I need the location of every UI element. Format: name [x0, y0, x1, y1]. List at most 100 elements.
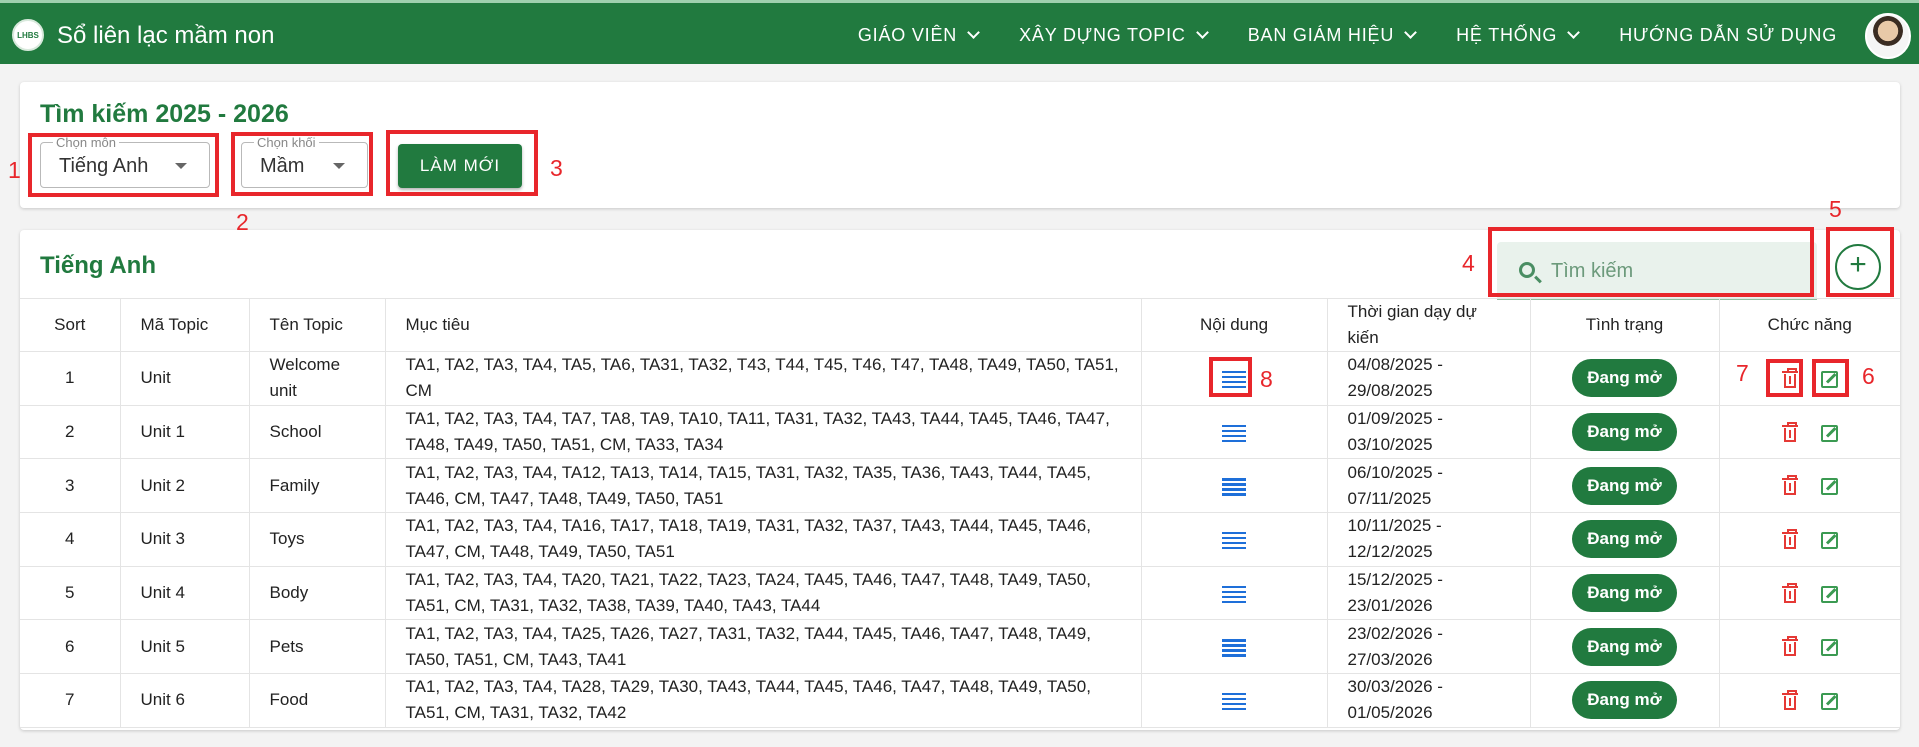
nav-huong-dan[interactable]: HƯỚNG DẪN SỬ DỤNG — [1619, 25, 1837, 46]
top-app-bar: LHBS Sổ liên lạc mầm non GIÁO VIÊN XÂY D… — [0, 0, 1919, 64]
edit-icon[interactable] — [1820, 476, 1840, 496]
cell-thoi-gian: 04/08/2025 - 29/08/2025 — [1326, 351, 1530, 406]
cell-chuc-nang — [1718, 512, 1900, 567]
chevron-down-icon — [1195, 26, 1209, 39]
cell-ten-topic: Pets — [248, 619, 385, 675]
annotation-box-5 — [1826, 227, 1894, 297]
nav-he-thong[interactable]: HỆ THỐNG — [1456, 25, 1581, 46]
header-sort[interactable]: Sort — [20, 298, 120, 352]
delete-icon[interactable] — [1780, 528, 1800, 550]
nav-giao-vien[interactable]: GIÁO VIÊN — [857, 24, 980, 46]
cell-ma-topic: Unit 3 — [119, 512, 249, 567]
cell-chuc-nang — [1718, 458, 1900, 514]
status-badge[interactable]: Đang mở — [1572, 574, 1677, 613]
table-row: 1 Unit Welcome unit TA1, TA2, TA3, TA4, TA5… — [20, 351, 1900, 406]
nav-label: GIÁO VIÊN — [857, 24, 958, 45]
header-thoi-gian[interactable]: Thời gian dạy dự kiến — [1326, 298, 1530, 352]
annotation-number-5: 5 — [1829, 196, 1842, 222]
annotation-number-8: 8 — [1260, 366, 1273, 392]
status-badge[interactable]: Đang mở — [1572, 681, 1677, 720]
header-noi-dung[interactable]: Nội dung — [1140, 298, 1327, 352]
cell-sort: 4 — [20, 512, 120, 567]
cell-ten-topic: Food — [248, 673, 385, 728]
view-content-icon[interactable] — [1222, 531, 1246, 550]
cell-ma-topic: Unit 1 — [119, 405, 249, 460]
cell-ten-topic: Family — [248, 458, 385, 514]
table-row: 5 Unit 4 Body TA1, TA2, TA3, TA4, TA20, TA2… — [20, 566, 1900, 621]
status-badge[interactable]: Đang mở — [1572, 520, 1677, 559]
cell-muc-tieu: TA1, TA2, TA3, TA4, TA20, TA21, TA22, TA… — [384, 566, 1141, 621]
cell-noi-dung — [1140, 673, 1327, 728]
view-content-icon[interactable] — [1222, 692, 1246, 711]
header-chuc-nang: Chức năng — [1718, 298, 1900, 352]
header-muc-tieu[interactable]: Mục tiêu — [384, 298, 1141, 352]
delete-icon[interactable] — [1780, 582, 1800, 604]
cell-noi-dung — [1140, 566, 1327, 621]
cell-sort: 1 — [20, 351, 120, 406]
cell-noi-dung — [1140, 458, 1327, 514]
view-content-icon[interactable] — [1222, 477, 1246, 496]
cell-ten-topic: Body — [248, 566, 385, 621]
search-panel-title: Tìm kiếm 2025 - 2026 — [40, 100, 289, 128]
nav-ban-giam-hieu[interactable]: BAN GIÁM HIỆU — [1247, 24, 1417, 46]
annotation-number-6: 6 — [1862, 363, 1875, 389]
cell-tinh-trang: Đang mở — [1529, 351, 1719, 406]
header-ma-topic[interactable]: Mã Topic — [119, 298, 249, 352]
view-content-icon[interactable] — [1222, 424, 1246, 443]
cell-thoi-gian: 23/02/2026 - 27/03/2026 — [1326, 619, 1530, 675]
header-tinh-trang[interactable]: Tình trạng — [1529, 298, 1719, 352]
cell-muc-tieu: TA1, TA2, TA3, TA4, TA5, TA6, TA31, TA32… — [384, 351, 1141, 406]
annotation-box-1 — [28, 133, 219, 197]
delete-icon[interactable] — [1780, 475, 1800, 496]
topic-list-panel: Tiếng Anh + Sort Mã Topic Tên Topic Mục … — [20, 230, 1900, 730]
view-content-icon[interactable] — [1222, 638, 1246, 657]
edit-icon[interactable] — [1820, 691, 1840, 711]
status-badge[interactable]: Đang mở — [1572, 413, 1677, 452]
annotation-box-8 — [1209, 357, 1252, 397]
cell-ma-topic: Unit 6 — [119, 673, 249, 728]
school-logo[interactable]: LHBS — [12, 19, 44, 51]
nav-label: BAN GIÁM HIỆU — [1247, 24, 1395, 45]
table-row: 7 Unit 6 Food TA1, TA2, TA3, TA4, TA28, TA2… — [20, 673, 1900, 728]
cell-noi-dung — [1140, 512, 1327, 567]
cell-ten-topic: Welcome unit — [248, 351, 385, 406]
edit-icon[interactable] — [1820, 530, 1840, 550]
annotation-number-7: 7 — [1736, 360, 1749, 386]
delete-icon[interactable] — [1780, 689, 1800, 711]
edit-icon[interactable] — [1820, 423, 1840, 443]
delete-icon[interactable] — [1780, 636, 1800, 657]
edit-icon[interactable] — [1820, 584, 1840, 604]
cell-chuc-nang — [1718, 566, 1900, 621]
nav-xay-dung-topic[interactable]: XÂY DỰNG TOPIC — [1019, 25, 1209, 46]
view-content-icon[interactable] — [1222, 585, 1246, 604]
annotation-number-3: 3 — [550, 155, 563, 181]
cell-ma-topic: Unit 5 — [119, 619, 249, 675]
header-ten-topic[interactable]: Tên Topic — [248, 298, 385, 352]
table-row: 6 Unit 5 Pets TA1, TA2, TA3, TA4, TA25, TA2… — [20, 619, 1900, 675]
cell-tinh-trang: Đang mở — [1529, 619, 1719, 675]
cell-noi-dung — [1140, 619, 1327, 675]
cell-muc-tieu: TA1, TA2, TA3, TA4, TA16, TA17, TA18, TA… — [384, 512, 1141, 567]
annotation-box-4 — [1488, 227, 1814, 297]
chevron-down-icon — [1404, 26, 1417, 39]
cell-thoi-gian: 06/10/2025 - 07/11/2025 — [1326, 458, 1530, 514]
cell-thoi-gian: 10/11/2025 - 12/12/2025 — [1326, 512, 1530, 567]
cell-ten-topic: Toys — [248, 512, 385, 567]
table-row: 3 Unit 2 Family TA1, TA2, TA3, TA4, TA12, T… — [20, 458, 1900, 514]
edit-icon[interactable] — [1820, 637, 1840, 657]
cell-chuc-nang — [1718, 619, 1900, 675]
cell-muc-tieu: TA1, TA2, TA3, TA4, TA7, TA8, TA9, TA10,… — [384, 405, 1141, 460]
user-avatar[interactable] — [1865, 13, 1911, 59]
chevron-down-icon — [1567, 26, 1581, 39]
app-title[interactable]: Sổ liên lạc mầm non — [57, 22, 274, 50]
cell-chuc-nang — [1718, 405, 1900, 460]
cell-sort: 2 — [20, 405, 120, 460]
status-badge[interactable]: Đang mở — [1572, 466, 1677, 505]
status-badge[interactable]: Đang mở — [1572, 627, 1677, 666]
delete-icon[interactable] — [1780, 421, 1800, 443]
main-nav: GIÁO VIÊN XÂY DỰNG TOPIC BAN GIÁM HIỆU H… — [817, 3, 1837, 67]
status-badge[interactable]: Đang mở — [1572, 359, 1677, 398]
cell-tinh-trang: Đang mở — [1529, 566, 1719, 621]
cell-ma-topic: Unit 2 — [119, 458, 249, 514]
cell-muc-tieu: TA1, TA2, TA3, TA4, TA25, TA26, TA27, TA… — [384, 619, 1141, 675]
